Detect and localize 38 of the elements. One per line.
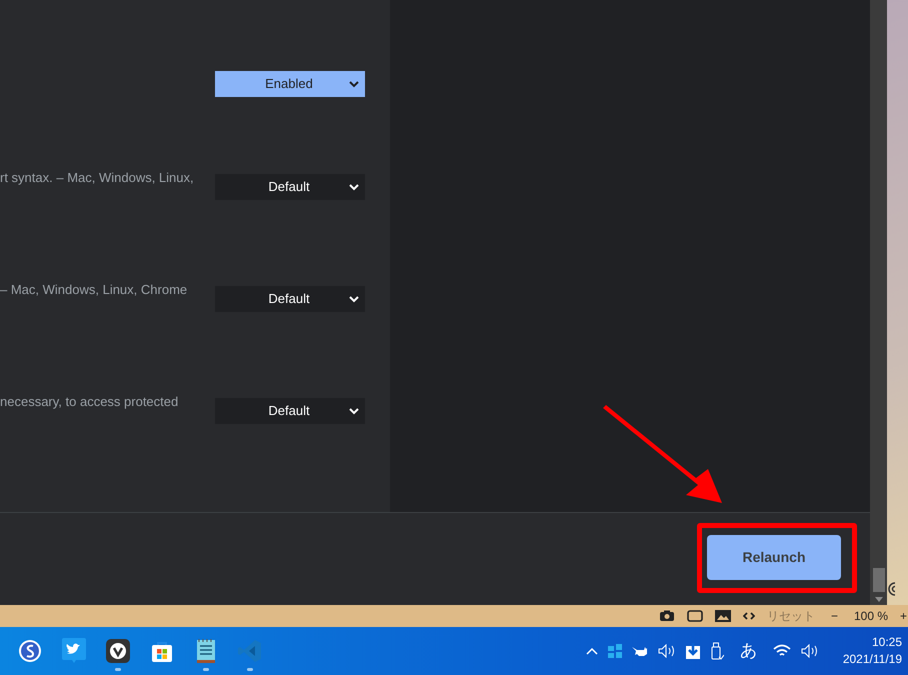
chevron-down-icon xyxy=(349,184,359,190)
chevron-down-icon xyxy=(349,296,359,302)
ime-indicator[interactable]: あ xyxy=(734,638,763,664)
app-icon[interactable] xyxy=(18,639,42,663)
speaker-icon[interactable] xyxy=(658,644,676,658)
flag-select[interactable]: Enabled xyxy=(215,71,365,97)
scroll-down-icon[interactable] xyxy=(874,597,882,602)
chevron-down-icon xyxy=(349,80,359,88)
usb-drive-icon[interactable] xyxy=(710,642,724,660)
relaunch-button[interactable]: Relaunch xyxy=(707,535,841,580)
flag-description: necessary, to access protected xyxy=(0,394,180,410)
flag-description: rt syntax. – Mac, Windows, Linux, xyxy=(0,170,195,186)
flag-description: – Mac, Windows, Linux, Chrome xyxy=(0,282,188,298)
code-icon[interactable] xyxy=(742,611,755,621)
flag-select[interactable]: Default xyxy=(215,286,365,312)
download-icon[interactable] xyxy=(686,643,700,659)
notepad-icon[interactable] xyxy=(196,638,216,664)
flag-select[interactable]: Default xyxy=(215,174,365,200)
app-icon[interactable] xyxy=(106,639,130,663)
chevron-up-icon[interactable] xyxy=(586,647,598,655)
wifi-icon[interactable] xyxy=(772,644,791,658)
camera-icon[interactable] xyxy=(658,610,675,622)
zoom-in-button[interactable]: + xyxy=(900,607,908,625)
bird-icon[interactable] xyxy=(62,638,86,664)
window-icon[interactable] xyxy=(686,610,703,622)
shopping-bag-icon[interactable] xyxy=(150,639,174,663)
zoom-level: 100 % xyxy=(854,608,888,625)
settings-icon[interactable] xyxy=(887,581,895,597)
grid-icon[interactable] xyxy=(608,644,622,658)
scrollbar[interactable] xyxy=(870,0,887,605)
chevron-down-icon xyxy=(349,408,359,414)
zoom-out-button[interactable]: − xyxy=(826,607,842,625)
flag-select[interactable]: Default xyxy=(215,398,365,424)
image-icon[interactable] xyxy=(714,610,731,622)
cat-icon[interactable] xyxy=(632,645,648,657)
clock[interactable]: 10:25 2021/11/19 xyxy=(828,634,902,668)
scrollbar-thumb[interactable] xyxy=(872,568,884,592)
speaker-icon[interactable] xyxy=(800,644,819,658)
